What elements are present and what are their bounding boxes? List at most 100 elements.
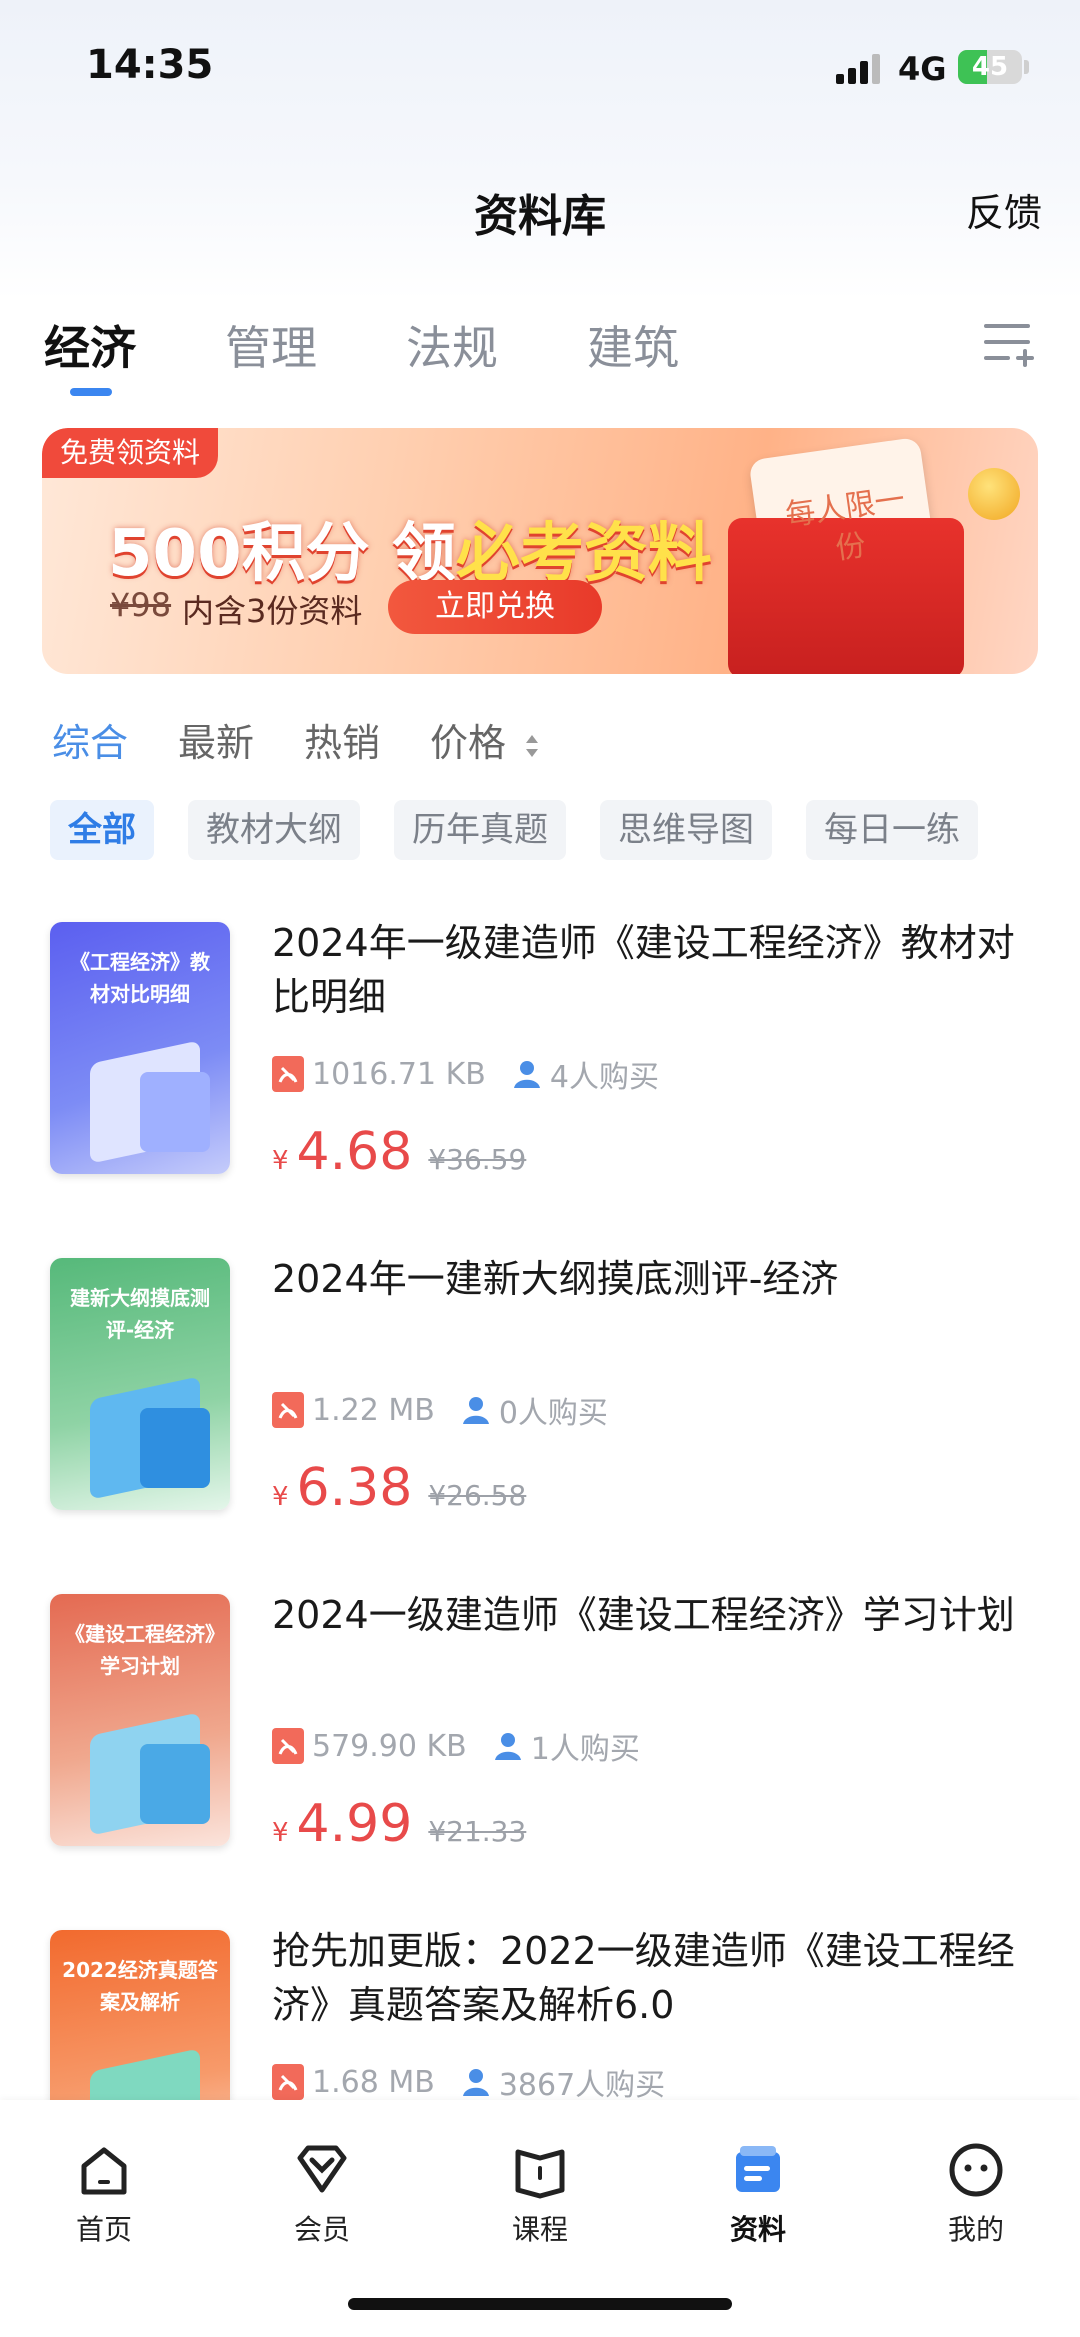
sort-bar: 综合 最新 热销 价格 <box>52 712 590 767</box>
original-price: ¥21.33 <box>428 1815 527 1848</box>
cover-title: 2022经济真题答案及解析 <box>62 1958 218 2014</box>
file-size: 1016.71 KB <box>312 1056 486 1092</box>
battery-icon: 45 <box>958 50 1022 84</box>
currency-symbol: ¥ <box>272 1818 289 1848</box>
currency-symbol: ¥ <box>272 1482 289 1512</box>
item-meta: 1.22 MB 0人购买 <box>272 1388 608 1432</box>
tab-regulations[interactable]: 法规 <box>406 312 587 392</box>
cover-title: 《工程经济》教材对比明细 <box>70 950 210 1006</box>
tab-construction[interactable]: 建筑 <box>587 312 768 392</box>
item-title: 2024一级建造师《建设工程经济》学习计划 <box>272 1593 1015 1637</box>
sort-newest[interactable]: 最新 <box>178 712 254 767</box>
active-tab-indicator <box>70 388 112 396</box>
sort-arrows-icon <box>526 734 539 757</box>
home-indicator <box>348 2298 732 2310</box>
signal-icon <box>836 54 880 84</box>
price-row: ¥ 6.38 ¥26.58 <box>272 1458 526 1518</box>
nav-label: 资料 <box>729 2213 786 2246</box>
menu-add-icon[interactable] <box>982 316 1034 370</box>
file-size: 1.22 MB <box>312 1392 435 1428</box>
item-cover: 建新大纲摸底测评-经济 <box>50 1258 230 1510</box>
item-cover: 《工程经济》教材对比明细 <box>50 922 230 1174</box>
nav-label: 我的 <box>947 2213 1004 2246</box>
pdf-icon <box>272 2064 304 2100</box>
original-price: ¥36.59 <box>428 1143 527 1176</box>
status-bar: 14:35 4G 45 <box>0 0 1080 140</box>
red-envelope-illustration: 每人限一份 <box>728 436 964 674</box>
filter-chips: 全部 教材大纲 历年真题 思维导图 每日一练 <box>50 800 978 860</box>
tab-management[interactable]: 管理 <box>225 312 406 392</box>
file-size: 579.90 KB <box>312 1728 467 1764</box>
materials-icon <box>736 2146 780 2192</box>
nav-home[interactable]: 首页 <box>44 2140 164 2248</box>
tab-economics[interactable]: 经济 <box>44 312 225 396</box>
sort-hot[interactable]: 热销 <box>304 712 380 767</box>
item-cover: 《建设工程经济》学习计划 <box>50 1594 230 1846</box>
chip-textbook-outline[interactable]: 教材大纲 <box>188 800 360 860</box>
profile-icon <box>949 2143 1003 2197</box>
nav-label: 课程 <box>511 2213 568 2246</box>
user-icon <box>462 1397 489 1424</box>
home-icon <box>81 2147 127 2195</box>
banner-tag: 免费领资料 <box>42 428 219 478</box>
network-type: 4G <box>898 50 947 88</box>
sort-price[interactable]: 价格 <box>430 712 540 767</box>
user-icon <box>494 1733 521 1760</box>
cover-title: 《建设工程经济》学习计划 <box>65 1622 215 1678</box>
promo-banner[interactable]: 免费领资料 500积分 领必考资料 ¥98 内含3份资料 立即兑换 每人限一份 <box>42 428 1038 674</box>
price-row: ¥ 4.99 ¥21.33 <box>272 1794 526 1854</box>
item-meta: 1016.71 KB 4人购买 <box>272 1052 659 1096</box>
coin-icon <box>968 468 1020 520</box>
nav-member[interactable]: 会员 <box>262 2140 382 2248</box>
tab-label: 法规 <box>406 321 498 375</box>
nav-materials[interactable]: 资料 <box>698 2140 818 2248</box>
status-time: 14:35 <box>86 42 214 88</box>
buyer-count: 1人购买 <box>530 1732 640 1767</box>
user-icon <box>513 1061 540 1088</box>
pdf-icon <box>272 1392 304 1428</box>
sort-price-label: 价格 <box>430 721 507 765</box>
redeem-button[interactable]: 立即兑换 <box>388 580 602 634</box>
envelope-text: 每人限一份 <box>783 482 907 567</box>
chip-mind-maps[interactable]: 思维导图 <box>600 800 772 860</box>
cover-illustration-accent <box>140 1072 210 1152</box>
buyer-count: 4人购买 <box>549 1060 659 1095</box>
list-item[interactable]: 《建设工程经济》学习计划 2024一级建造师《建设工程经济》学习计划 579.9… <box>0 1572 1080 1872</box>
chip-past-exams[interactable]: 历年真题 <box>394 800 566 860</box>
battery-level: 45 <box>971 52 1009 82</box>
page-title: 资料库 <box>474 191 606 242</box>
item-meta: 1.68 MB 3867人购买 <box>272 2060 665 2104</box>
original-price: ¥26.58 <box>428 1479 527 1512</box>
pdf-icon <box>272 1728 304 1764</box>
tab-label: 建筑 <box>587 321 679 375</box>
buyer-count: 3867人购买 <box>498 2068 666 2103</box>
course-icon <box>515 2149 565 2199</box>
chip-all[interactable]: 全部 <box>50 800 154 860</box>
tab-label: 管理 <box>225 321 317 375</box>
banner-subtitle: 内含3份资料 <box>182 592 363 630</box>
nav-label: 会员 <box>293 2213 350 2246</box>
tab-label: 经济 <box>44 321 136 375</box>
item-title: 2024年一级建造师《建设工程经济》教材对比明细 <box>272 921 1015 1019</box>
chip-daily-practice[interactable]: 每日一练 <box>806 800 978 860</box>
list-item[interactable]: 《工程经济》教材对比明细 2024年一级建造师《建设工程经济》教材对比明细 10… <box>0 900 1080 1200</box>
sort-comprehensive[interactable]: 综合 <box>52 712 128 767</box>
cover-title: 建新大纲摸底测评-经济 <box>70 1286 210 1342</box>
list-item[interactable]: 建新大纲摸底测评-经济 2024年一建新大纲摸底测评-经济 1.22 MB 0人… <box>0 1236 1080 1536</box>
price-row: ¥ 4.68 ¥36.59 <box>272 1122 526 1182</box>
current-price: 4.99 <box>296 1794 413 1854</box>
banner-title-part1: 500积分 领 <box>108 517 456 591</box>
file-size: 1.68 MB <box>312 2064 435 2100</box>
nav-label: 首页 <box>75 2213 132 2246</box>
member-icon <box>297 2145 347 2193</box>
current-price: 4.68 <box>296 1122 413 1182</box>
item-title: 2024年一建新大纲摸底测评-经济 <box>272 1257 839 1301</box>
category-tabs: 经济 管理 法规 建筑 <box>44 312 768 396</box>
banner-old-price: ¥98 <box>110 586 172 624</box>
pdf-icon <box>272 1056 304 1092</box>
nav-profile[interactable]: 我的 <box>916 2140 1036 2248</box>
nav-course[interactable]: 课程 <box>480 2140 600 2248</box>
item-meta: 579.90 KB 1人购买 <box>272 1724 640 1768</box>
cover-illustration-accent <box>140 1744 210 1824</box>
feedback-button[interactable]: 反馈 <box>966 182 1042 237</box>
